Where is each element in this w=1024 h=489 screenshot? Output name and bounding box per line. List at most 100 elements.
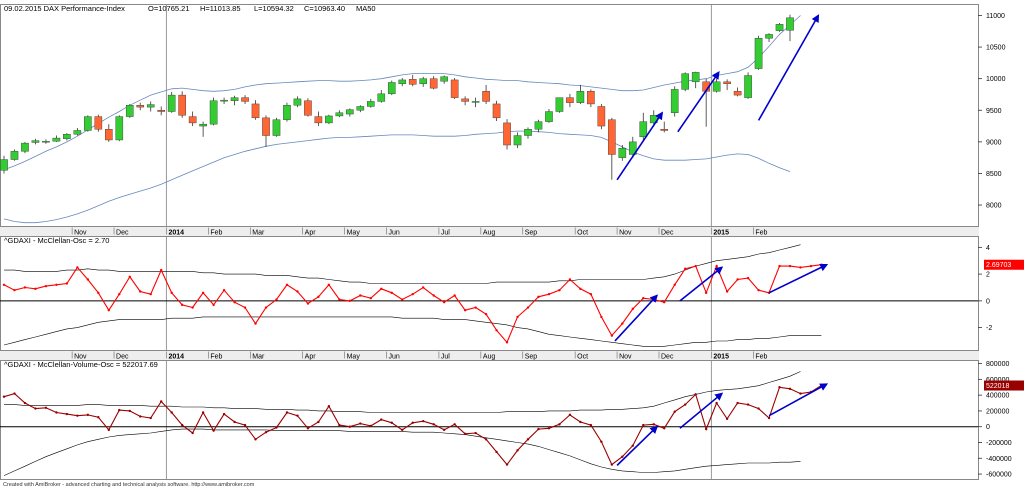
candle-body: [775, 24, 784, 31]
vol-osc-point: [537, 427, 540, 431]
header-high: H=11013.85: [200, 4, 241, 13]
month-label: Nov: [619, 230, 632, 237]
candle-body: [146, 104, 155, 108]
vol-osc-point: [453, 423, 456, 426]
osc-point: [547, 292, 551, 296]
osc-point: [526, 306, 530, 309]
osc-point: [390, 291, 393, 295]
candle-body: [356, 106, 365, 111]
osc-point: [422, 286, 425, 289]
osc-point: [453, 294, 456, 297]
candle-body: [398, 79, 407, 84]
candle: [503, 119, 511, 150]
candle-body: [482, 91, 490, 102]
vol-osc-y-label: 800000: [986, 361, 1009, 368]
osc-point: [13, 288, 16, 292]
vol-osc-point: [725, 417, 729, 421]
candle-body: [754, 38, 763, 69]
month-label: Apr: [305, 230, 317, 237]
candle-body: [681, 73, 689, 90]
osc-point: [160, 268, 163, 272]
vol-osc-y-label: 200000: [986, 408, 1009, 415]
vol-osc-point: [34, 407, 37, 410]
osc-point: [778, 264, 781, 268]
candle-body: [608, 119, 616, 155]
osc-y-label: 2: [986, 272, 990, 279]
month-label: May: [347, 230, 361, 237]
vol-osc-point: [767, 416, 771, 420]
osc-point: [537, 295, 540, 299]
vol-osc-point: [788, 387, 792, 391]
osc-point: [76, 266, 79, 269]
vol-osc-point: [380, 418, 383, 421]
vol-osc-point: [13, 392, 16, 395]
candle-body: [94, 116, 103, 130]
vol-osc-point: [76, 414, 79, 417]
candle-body: [744, 75, 752, 98]
candle-body: [84, 116, 92, 131]
candle-body: [471, 101, 480, 103]
osc-point: [139, 290, 142, 293]
month-label: Dec: [661, 354, 674, 361]
vol-osc-point: [589, 423, 593, 427]
vol-osc-point: [778, 386, 781, 389]
candle-body: [125, 105, 134, 117]
price-y-label: 9000: [986, 139, 1002, 146]
osc-point: [191, 306, 194, 309]
vol-osc-point: [558, 423, 561, 426]
price-y-label: 10500: [986, 45, 1006, 52]
osc-y-label: -2: [986, 325, 992, 332]
osc-point: [243, 306, 247, 309]
candle: [304, 98, 312, 117]
vol-osc-point: [296, 414, 299, 417]
month-label: Feb: [210, 354, 222, 361]
osc-point: [296, 290, 299, 293]
candle-body: [115, 116, 124, 141]
vol-osc-point: [704, 427, 708, 431]
vol-osc-panel-frame: [0, 360, 979, 480]
month-label: Feb: [755, 230, 767, 237]
month-label: Aug: [483, 230, 496, 237]
candle: [125, 103, 134, 118]
footer-credit: Created with AmiBroker - advanced charti…: [3, 482, 255, 488]
candle-body: [513, 135, 522, 146]
osc-title-text: ^GDAXI - McClellan-Osc = 2.70: [4, 236, 109, 245]
osc-point: [306, 302, 310, 305]
vol-osc-point: [139, 415, 142, 418]
candle-body: [21, 142, 29, 152]
price-panel-frame: [0, 4, 979, 227]
vol-osc-point: [180, 423, 184, 427]
osc-point: [401, 298, 404, 301]
candle-body: [429, 78, 438, 89]
month-label: Apr: [305, 354, 317, 361]
candle: [209, 97, 218, 126]
candle-body: [325, 115, 333, 124]
osc-point: [495, 329, 498, 332]
osc-point: [275, 298, 278, 301]
candle: [325, 114, 333, 125]
candle-body: [167, 94, 176, 112]
vol-osc-last-value: 522018: [986, 383, 1009, 390]
osc-point: [107, 309, 111, 312]
osc-point: [579, 287, 582, 291]
vol-osc-point: [663, 427, 666, 430]
candle-body: [639, 121, 648, 137]
osc-point: [254, 322, 257, 325]
vol-osc-y-label: 400000: [986, 393, 1009, 400]
vol-osc-point: [327, 404, 331, 408]
candle: [178, 91, 186, 118]
vol-osc-point: [463, 432, 467, 436]
vol-osc-point: [2, 395, 6, 398]
candle-body: [209, 100, 218, 125]
month-label: Oct: [577, 354, 588, 361]
osc-point: [348, 299, 352, 303]
vol-osc-point: [684, 403, 687, 406]
candle: [115, 115, 124, 142]
candle-body: [733, 91, 742, 96]
vol-osc-point: [547, 427, 551, 430]
candle-body: [220, 99, 228, 102]
vol-osc-point: [610, 463, 614, 466]
month-label: Mar: [252, 354, 265, 361]
candle-body: [765, 34, 773, 39]
vol-osc-title: ^GDAXI - McClellan-Volume-Osc = 522017.6…: [4, 360, 158, 369]
